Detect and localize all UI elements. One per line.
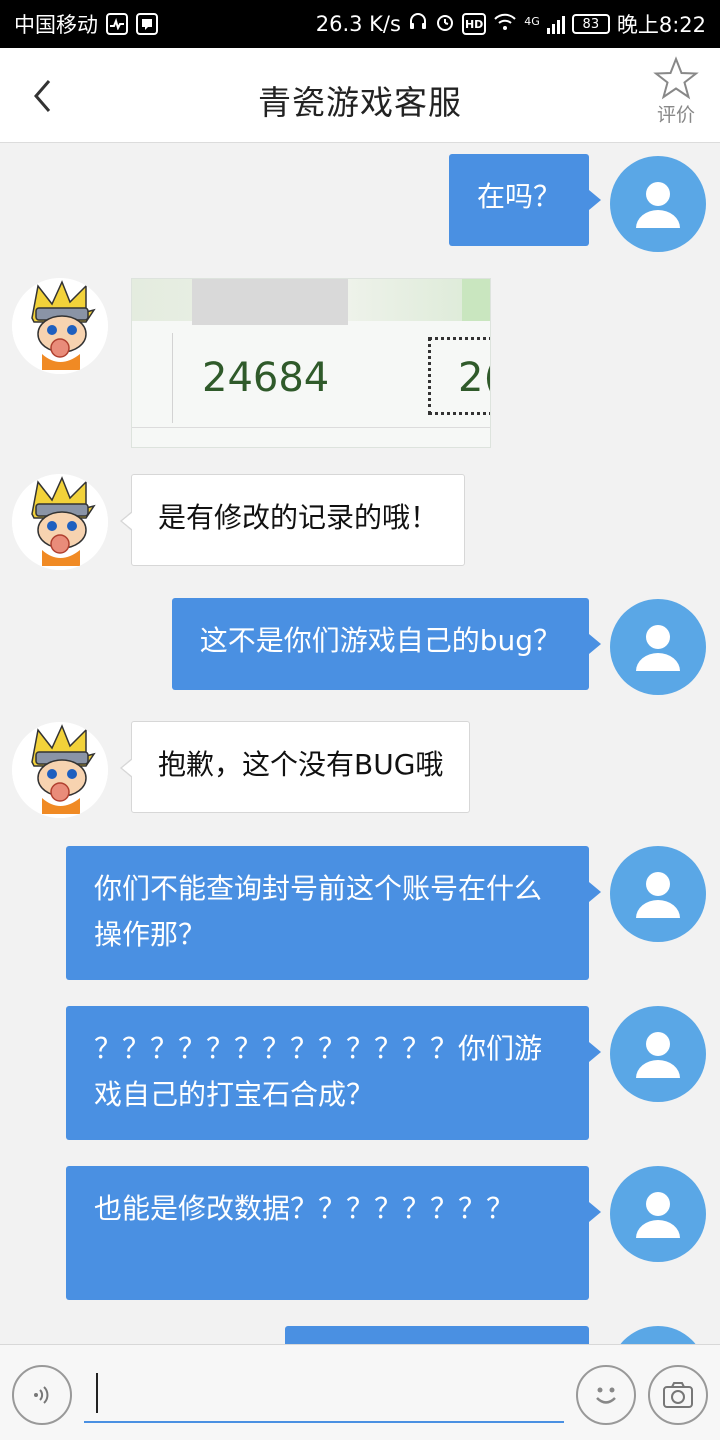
- rate-label: 评价: [656, 104, 695, 126]
- status-bar: 中国移动 26.3 K/s HD 4G 83 晚上8:22: [0, 0, 720, 48]
- rate-button[interactable]: 评价: [648, 56, 704, 127]
- headphones-icon: [408, 12, 428, 36]
- battery-icon: 83: [571, 14, 610, 34]
- user-icon: [636, 872, 680, 918]
- message-text: 在吗？: [476, 180, 561, 213]
- page-title: 青瓷游戏客服: [258, 83, 462, 122]
- agent-avatar[interactable]: [12, 278, 108, 374]
- input-bar: [0, 1344, 720, 1440]
- naruto-avatar-icon: [12, 722, 108, 818]
- user-avatar[interactable]: [610, 1166, 706, 1262]
- message-text: 这不是你们游戏自己的bug？: [199, 624, 561, 657]
- message-input[interactable]: [84, 1363, 564, 1423]
- message-text: 抱歉，这个没有BUG哦: [158, 748, 444, 781]
- image-message[interactable]: 24684 2(: [131, 278, 491, 448]
- message-bubble-outgoing-partial: [285, 1326, 589, 1344]
- message-bubble-outgoing: 这不是你们游戏自己的bug？: [171, 598, 602, 690]
- voice-button[interactable]: [12, 1365, 72, 1425]
- chat-header: 青瓷游戏客服 评价: [0, 48, 720, 143]
- network-speed: 26.3 K/s: [315, 12, 401, 36]
- carrier-label: 中国移动: [14, 13, 98, 37]
- user-avatar[interactable]: [610, 1006, 706, 1102]
- camera-icon: [663, 1382, 693, 1408]
- user-avatar[interactable]: [610, 156, 706, 252]
- user-icon: [636, 1192, 680, 1238]
- message-text: ？？？？？？？？？？？？？你们游戏自己的打宝石合成？: [94, 1032, 543, 1111]
- message-text: 是有修改的记录的哦！: [158, 501, 439, 534]
- user-avatar[interactable]: [610, 599, 706, 695]
- wifi-icon: [493, 12, 517, 36]
- message-bubble-outgoing: ？？？？？？？？？？？？？你们游戏自己的打宝石合成？: [66, 1006, 601, 1140]
- agent-avatar[interactable]: [12, 474, 108, 570]
- notification-icon: [136, 13, 158, 35]
- message-bubble-outgoing: 也能是修改数据？？？？？？？？: [66, 1166, 601, 1300]
- message-bubble-incoming: 是有修改的记录的哦！: [119, 474, 466, 566]
- star-outline-icon: [653, 56, 699, 100]
- clock: 晚上8:22: [616, 13, 706, 37]
- activity-icon: [106, 13, 128, 35]
- user-icon: [636, 625, 680, 671]
- user-icon: [636, 182, 680, 228]
- alarm-icon: [435, 12, 455, 36]
- image-number-cut: 2(: [458, 355, 490, 401]
- emoji-button[interactable]: [576, 1365, 636, 1425]
- hd-icon: HD: [461, 13, 487, 35]
- chat-area[interactable]: 在吗？ 24684 2(: [0, 144, 720, 1344]
- user-avatar-partial[interactable]: [610, 1326, 706, 1344]
- agent-avatar[interactable]: [12, 722, 108, 818]
- user-icon: [636, 1032, 680, 1078]
- naruto-avatar-icon: [12, 278, 108, 374]
- voice-icon: [34, 1386, 49, 1404]
- smiley-icon: [596, 1387, 616, 1404]
- camera-button[interactable]: [648, 1365, 708, 1425]
- message-text: 也能是修改数据？？？？？？？？: [94, 1192, 515, 1225]
- message-bubble-outgoing: 你们不能查询封号前这个账号在什么操作那？: [66, 846, 601, 980]
- network-type: 4G: [524, 15, 540, 28]
- message-text: 你们不能查询封号前这个账号在什么操作那？: [94, 872, 543, 951]
- text-caret: [96, 1373, 98, 1413]
- message-bubble-incoming: 抱歉，这个没有BUG哦: [119, 721, 471, 813]
- user-avatar[interactable]: [610, 846, 706, 942]
- image-number: 24684: [202, 355, 330, 401]
- message-bubble-outgoing: 在吗？: [448, 154, 602, 246]
- naruto-avatar-icon: [12, 474, 108, 570]
- signal-icon: [546, 14, 565, 34]
